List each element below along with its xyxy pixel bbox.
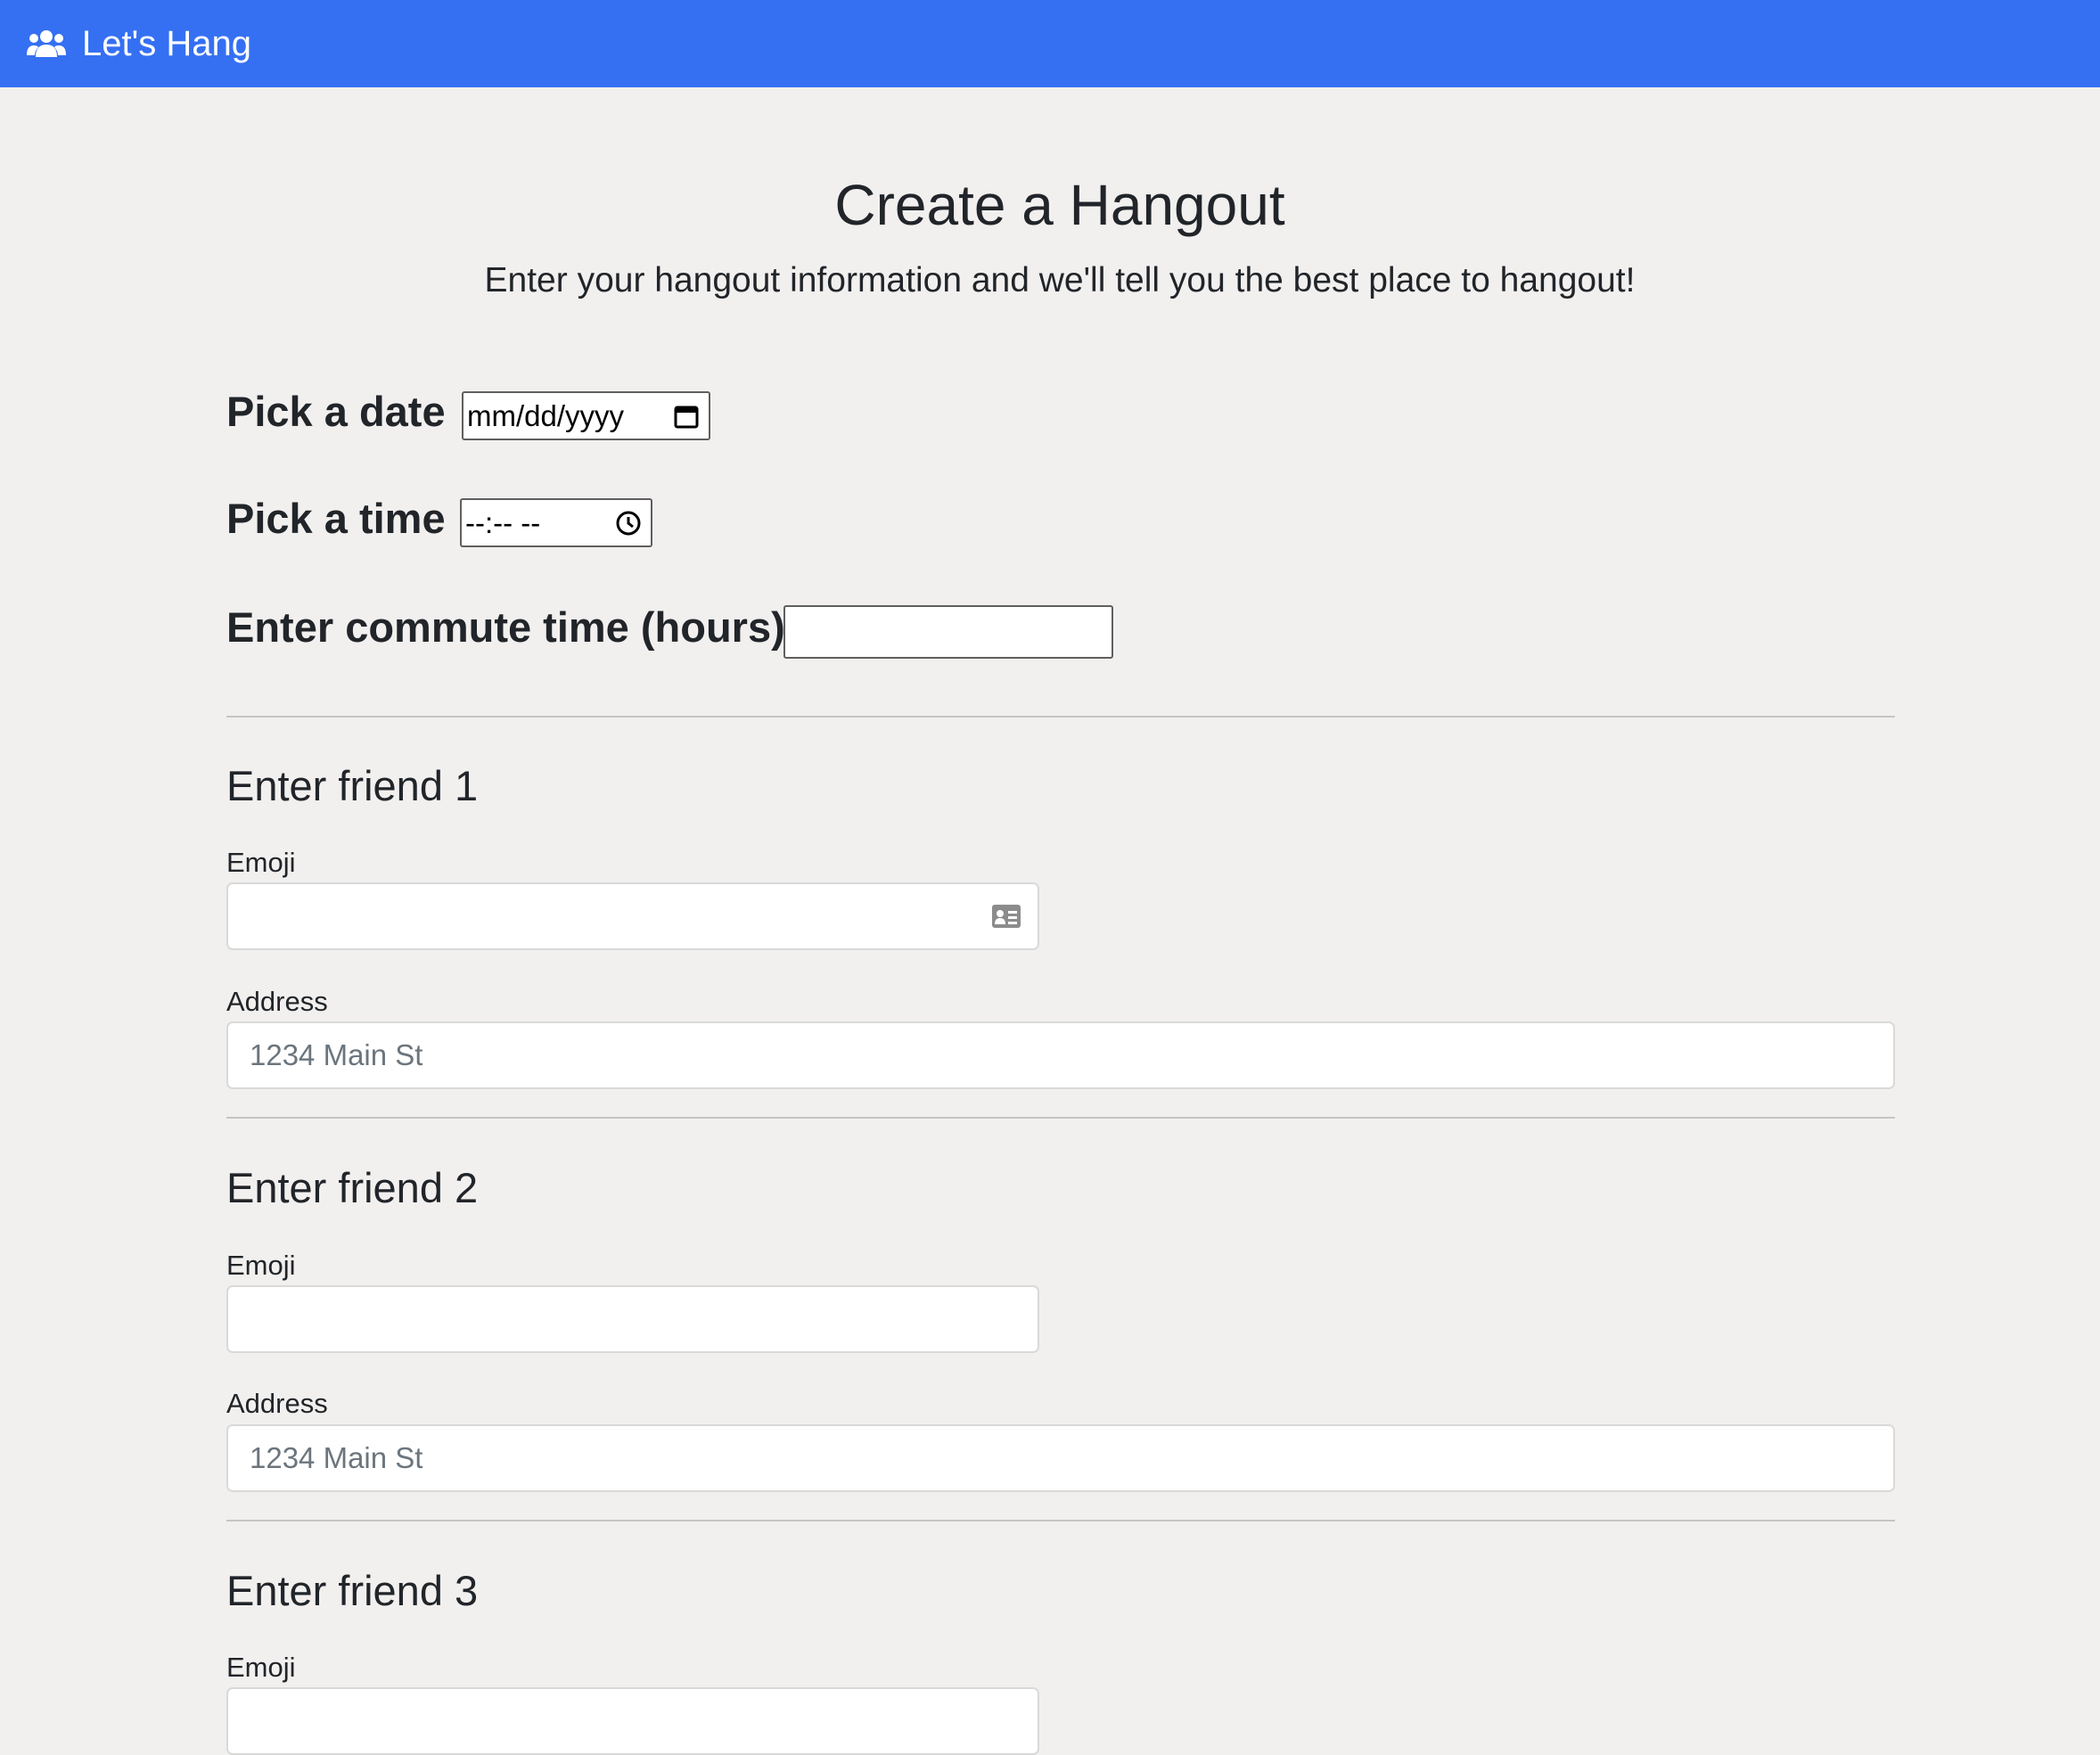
friend-1-heading: Enter friend 1	[226, 762, 479, 809]
divider	[226, 716, 1895, 718]
time-placeholder: --:-- --	[465, 505, 541, 539]
divider	[226, 1117, 1895, 1119]
page-subtitle: Enter your hangout information and we'll…	[484, 261, 1636, 299]
date-input[interactable]: mm/dd/yyyy	[462, 391, 710, 440]
friend-1-emoji-label: Emoji	[226, 847, 296, 878]
users-icon	[27, 30, 66, 57]
friend-2-address-input[interactable]: 1234 Main St	[226, 1424, 1895, 1492]
date-placeholder: mm/dd/yyyy	[467, 398, 625, 432]
commute-input[interactable]	[783, 605, 1113, 659]
friend-2-emoji-input[interactable]	[226, 1285, 1039, 1353]
friend-1-address-placeholder: 1234 Main St	[250, 1038, 423, 1071]
time-input[interactable]: --:-- --	[460, 498, 652, 547]
friend-1-emoji-input[interactable]	[226, 882, 1039, 950]
calendar-icon[interactable]	[673, 403, 700, 430]
friend-2-heading: Enter friend 2	[226, 1164, 479, 1211]
friend-2-address-placeholder: 1234 Main St	[250, 1441, 423, 1474]
commute-label: Enter commute time (hours)	[226, 603, 785, 651]
friend-2-address-label: Address	[226, 1388, 328, 1419]
time-label: Pick a time	[226, 495, 446, 542]
friend-3-emoji-input[interactable]	[226, 1687, 1039, 1755]
friend-3-emoji-label: Emoji	[226, 1652, 296, 1683]
page-title: Create a Hangout	[834, 173, 1285, 237]
divider	[226, 1520, 1895, 1521]
friend-2-emoji-label: Emoji	[226, 1250, 296, 1281]
navbar: Let's Hang	[0, 0, 2100, 87]
friend-3-heading: Enter friend 3	[226, 1567, 479, 1614]
clock-icon[interactable]	[615, 510, 642, 537]
friend-1-address-input[interactable]: 1234 Main St	[226, 1021, 1895, 1089]
brand-label: Let's Hang	[82, 23, 251, 63]
friend-1-address-label: Address	[226, 986, 328, 1017]
brand-link[interactable]: Let's Hang	[27, 24, 251, 64]
contact-card-icon[interactable]	[991, 903, 1021, 930]
date-label: Pick a date	[226, 388, 446, 435]
